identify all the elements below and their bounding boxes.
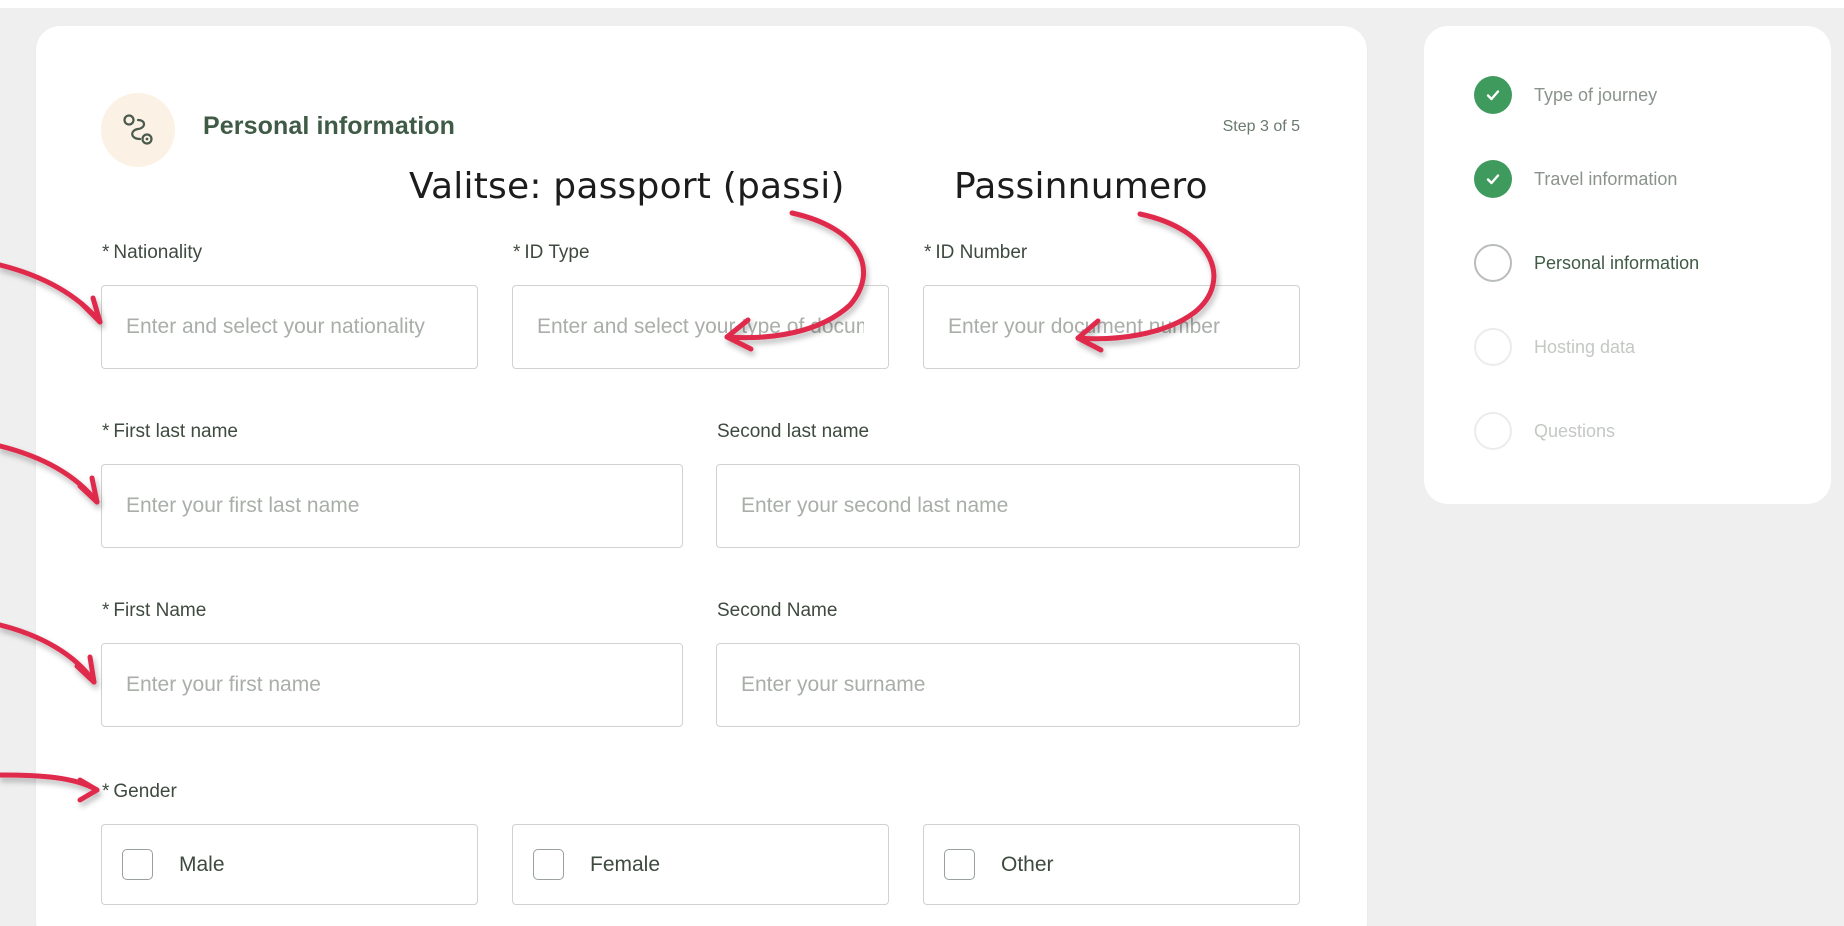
required-mark: * (102, 421, 110, 442)
gender-option-male[interactable]: Male (101, 824, 478, 905)
current-step-circle-icon (1474, 244, 1512, 282)
pending-step-circle-icon (1474, 412, 1512, 450)
step-label: Personal information (1534, 252, 1700, 273)
check-icon (1474, 76, 1512, 114)
second-last-name-input[interactable] (716, 464, 1300, 548)
step-label: Hosting data (1534, 336, 1636, 357)
first-last-name-input[interactable] (101, 464, 683, 548)
required-mark: * (102, 781, 110, 802)
required-mark: * (924, 242, 932, 263)
nationality-label-text: Nationality (113, 242, 203, 263)
page: Personal information Step 3 of 5 * Nation… (0, 0, 1844, 926)
step-label: Questions (1534, 420, 1616, 441)
gender-option-female[interactable]: Female (512, 824, 889, 905)
checkbox[interactable] (533, 849, 564, 880)
gender-option-label: Male (179, 852, 225, 876)
required-mark: * (102, 242, 110, 263)
required-mark: * (513, 242, 521, 263)
section-title: Personal information (203, 112, 456, 140)
id-number-label: * ID Number (924, 242, 1027, 264)
id-type-label: * ID Type (513, 242, 590, 264)
first-last-name-label: * First last name (102, 421, 238, 443)
second-name-label: Second Name (717, 600, 838, 621)
checkbox[interactable] (944, 849, 975, 880)
id-number-annotation: Passinnumero (954, 166, 1208, 207)
gender-label-text: Gender (113, 781, 177, 802)
first-name-label: * First Name (102, 600, 206, 622)
step-item-personal-information[interactable]: Personal information (1474, 243, 1699, 283)
id-number-label-text: ID Number (935, 242, 1028, 263)
step-indicator: Step 3 of 5 (1222, 118, 1300, 135)
step-label: Travel information (1534, 168, 1678, 189)
route-icon (101, 93, 175, 167)
step-item-travel-information[interactable]: Travel information (1474, 159, 1677, 199)
first-last-name-label-text: First last name (113, 421, 238, 442)
step-item-type-of-journey[interactable]: Type of journey (1474, 75, 1657, 115)
id-type-annotation: Valitse: passport (passi) (409, 166, 845, 207)
gender-label: * Gender (102, 781, 177, 803)
gender-option-other[interactable]: Other (923, 824, 1300, 905)
step-item-hosting-data: Hosting data (1474, 327, 1635, 367)
first-name-input[interactable] (101, 643, 683, 727)
first-name-label-text: First Name (113, 600, 207, 621)
nationality-label: * Nationality (102, 242, 202, 264)
id-number-input[interactable] (923, 285, 1300, 369)
checkbox[interactable] (122, 849, 153, 880)
step-item-questions: Questions (1474, 411, 1615, 451)
second-name-input[interactable] (716, 643, 1300, 727)
gender-option-label: Other (1001, 852, 1054, 876)
step-label: Type of journey (1534, 84, 1658, 105)
second-last-name-label: Second last name (717, 421, 870, 442)
pending-step-circle-icon (1474, 328, 1512, 366)
nationality-input[interactable] (101, 285, 478, 369)
id-type-label-text: ID Type (524, 242, 590, 263)
gender-option-label: Female (590, 852, 661, 876)
check-icon (1474, 160, 1512, 198)
top-band (0, 0, 1844, 8)
required-mark: * (102, 600, 110, 621)
id-type-input[interactable] (512, 285, 889, 369)
